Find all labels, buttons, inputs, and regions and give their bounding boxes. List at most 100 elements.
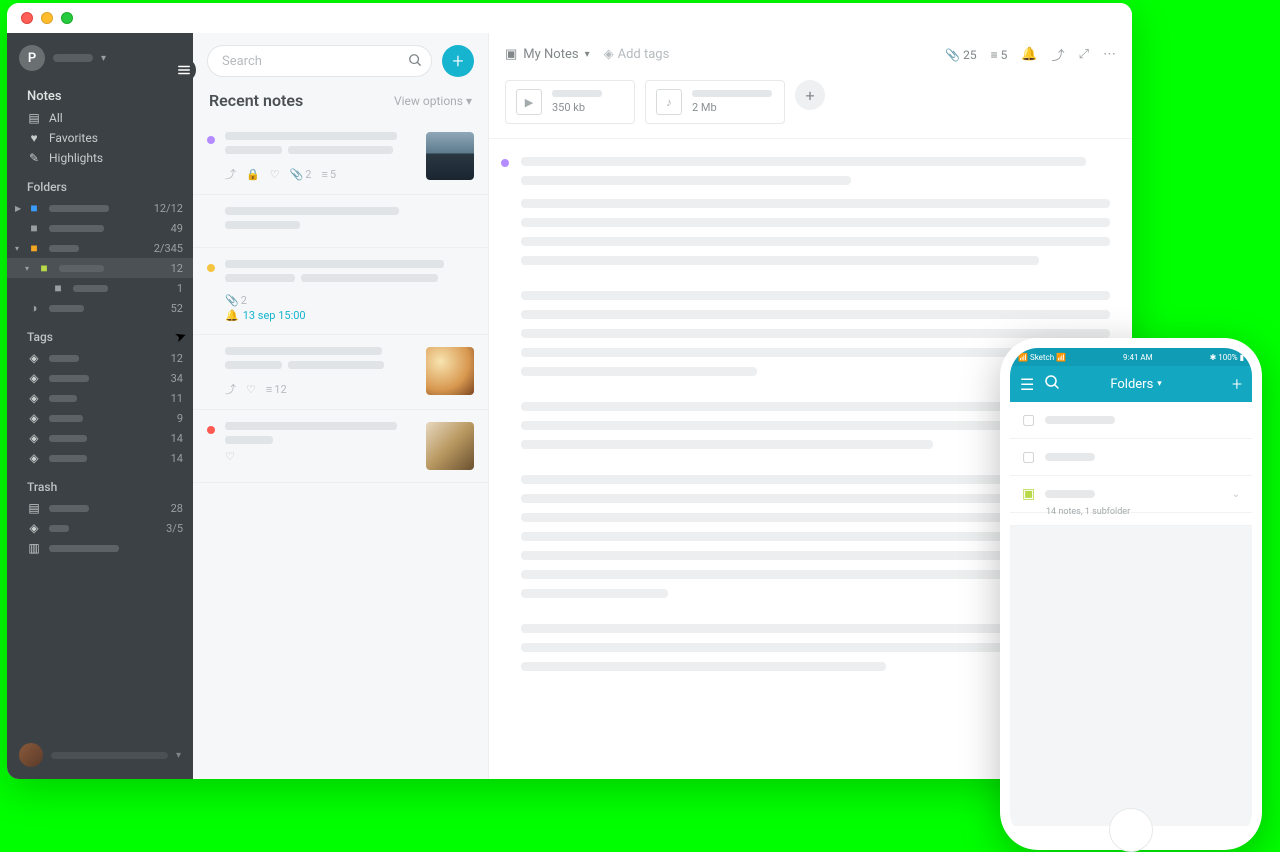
folder-name-placeholder (49, 205, 109, 212)
tag-icon: ◈ (27, 521, 41, 535)
expand-icon[interactable]: ⤢ (1079, 47, 1089, 62)
sidebar-tag[interactable]: ◈14 (7, 448, 193, 468)
sidebar-tag[interactable]: ◈14 (7, 428, 193, 448)
folder-icon: ■ (37, 261, 51, 275)
sidebar-folder[interactable]: ■ 49 (7, 218, 193, 238)
folder-icon: ■ (51, 281, 65, 295)
phone-folder-row[interactable]: ▢ (1010, 439, 1252, 476)
color-dot (501, 159, 509, 167)
menu-icon[interactable]: ☰ (1020, 375, 1034, 394)
add-tags-button[interactable]: ◈ Add tags (604, 47, 670, 62)
note-thumbnail (426, 422, 474, 470)
attachment-count: 📎2 (290, 168, 312, 181)
share-icon: ⤴ (225, 166, 236, 182)
sidebar-section-folders: Folders (7, 168, 193, 198)
sidebar-item-favorites[interactable]: ♥ Favorites (7, 128, 193, 148)
sidebar-trash-tags[interactable]: ◈3/5 (7, 518, 193, 538)
sidebar-trash-notes[interactable]: ▤28 (7, 498, 193, 518)
lock-icon: 🔒 (246, 168, 260, 181)
folder-open-icon: ▣ (1022, 486, 1035, 502)
sidebar-folder-selected[interactable]: ▾ ■ 12 (7, 258, 193, 278)
search-icon (408, 52, 422, 71)
attachment-size: 350 kb (552, 101, 602, 114)
note-card[interactable]: ⤴ ♡ ≡12 (193, 335, 488, 410)
phone-status-bar: 📶 Sketch 📶 9:41 AM ✱ 100% ▮ (1010, 348, 1252, 366)
chevron-down-icon[interactable]: ▾ (15, 244, 19, 253)
add-attachment-button[interactable]: + (795, 80, 825, 110)
list-stat[interactable]: ≡ 5 (991, 48, 1008, 62)
sidebar-footer-user[interactable]: ▾ (7, 731, 193, 779)
chevron-down-icon: ⌄ (1232, 489, 1240, 500)
more-icon[interactable]: ⋯ (1103, 47, 1116, 62)
maximize-window-button[interactable] (61, 12, 73, 24)
sidebar-folder[interactable]: ■ 1 (7, 278, 193, 298)
search-input[interactable] (207, 45, 432, 77)
sidebar-tag[interactable]: ◈11 (7, 388, 193, 408)
notelist-title: Recent notes (209, 91, 303, 110)
phone-time: 9:41 AM (1123, 353, 1153, 362)
user-name-placeholder (51, 752, 168, 759)
phone-nav-title[interactable]: Folders ▾ (1050, 377, 1221, 392)
share-icon[interactable]: ⤴ (1052, 45, 1065, 64)
tag-icon: ◈ (27, 411, 41, 425)
add-button[interactable]: + (1232, 374, 1242, 395)
folder-count: 1 (177, 282, 183, 295)
attachments-bar: ▶ 350 kb ♪ 2 Mb + (489, 76, 1132, 139)
attachment-stat[interactable]: 📎 25 (945, 48, 976, 62)
phone-home-button[interactable] (1109, 808, 1153, 852)
attachment-card[interactable]: ♪ 2 Mb (645, 80, 785, 124)
note-card[interactable]: 📎2 🔔 13 sep 15:00 (193, 248, 488, 335)
color-dot (207, 426, 215, 434)
folder-icon: ▢ (1022, 412, 1035, 428)
sidebar-tag[interactable]: ◈34 (7, 368, 193, 388)
view-options-dropdown[interactable]: View options ▾ (394, 94, 472, 108)
tag-icon: ◈ (27, 371, 41, 385)
note-card[interactable]: ⤴ 🔒 ♡ 📎2 ≡5 (193, 120, 488, 195)
heart-icon: ♡ (270, 168, 280, 181)
folder-count: 12 (171, 262, 183, 275)
sidebar-folder[interactable]: ▾ ■ 2/345 (7, 238, 193, 258)
add-note-button[interactable]: + (442, 45, 474, 77)
sidebar-tag[interactable]: ◈12 (7, 348, 193, 368)
app-window: P ▾ Notes ▤ All ♥ Favorites ✎ Highlights… (7, 3, 1132, 779)
phone-battery: ✱ 100% ▮ (1210, 353, 1244, 362)
minimize-window-button[interactable] (41, 12, 53, 24)
note-thumbnail (426, 347, 474, 395)
bell-icon[interactable]: 🔔 (1021, 47, 1037, 62)
attachment-card[interactable]: ▶ 350 kb (505, 80, 635, 124)
audio-attachment-icon: ♪ (656, 89, 682, 115)
account-switcher[interactable]: P ▾ (7, 33, 193, 79)
account-name-placeholder (53, 54, 93, 62)
note-card[interactable] (193, 195, 488, 248)
editor-toolbar: ▣ My Notes ▾ ◈ Add tags 📎 25 ≡ 5 🔔 ⤴ ⤢ ⋯ (489, 33, 1132, 76)
list-count: ≡12 (266, 383, 287, 396)
phone-carrier: 📶 Sketch 📶 (1018, 353, 1066, 362)
phone-folder-row[interactable]: ▢ (1010, 402, 1252, 439)
chevron-down-icon[interactable]: ▾ (25, 264, 29, 273)
chevron-right-icon[interactable]: ▶ (15, 204, 21, 213)
sidebar-folder[interactable]: ▶ ■ 12/12 (7, 198, 193, 218)
shared-folder-icon: ◑ (27, 301, 41, 315)
sidebar-trash-templates[interactable]: ▥ (7, 538, 193, 558)
breadcrumb[interactable]: ▣ My Notes ▾ (505, 47, 590, 62)
close-window-button[interactable] (21, 12, 33, 24)
phone-folder-list: ▢ ▢ ▣ ⌄ 14 notes, 1 subfolder (1010, 402, 1252, 826)
phone-folder-subtitle: 14 notes, 1 subfolder (1010, 505, 1252, 526)
chevron-down-icon: ▾ (101, 53, 106, 64)
note-card[interactable]: ♡ (193, 410, 488, 483)
sidebar-toggle-button[interactable] (172, 58, 196, 82)
sidebar-section-tags: Tags (7, 318, 193, 348)
sidebar-folder-shared[interactable]: ◑ 52 (7, 298, 193, 318)
sidebar-tag[interactable]: ◈9 (7, 408, 193, 428)
tag-icon: ◈ (604, 47, 614, 62)
search-field[interactable] (207, 45, 432, 77)
phone-mockup: 📶 Sketch 📶 9:41 AM ✱ 100% ▮ ☰ Folders ▾ … (1000, 338, 1262, 850)
sidebar-item-highlights[interactable]: ✎ Highlights (7, 148, 193, 168)
sidebar-item-all[interactable]: ▤ All (7, 108, 193, 128)
reminder-badge: 🔔 13 sep 15:00 (225, 309, 474, 322)
chevron-down-icon: ▾ (176, 750, 181, 761)
folder-name-placeholder (49, 245, 79, 252)
folder-icon: ▣ (505, 47, 517, 62)
tag-icon: ◈ (27, 351, 41, 365)
folder-count: 52 (171, 302, 183, 315)
